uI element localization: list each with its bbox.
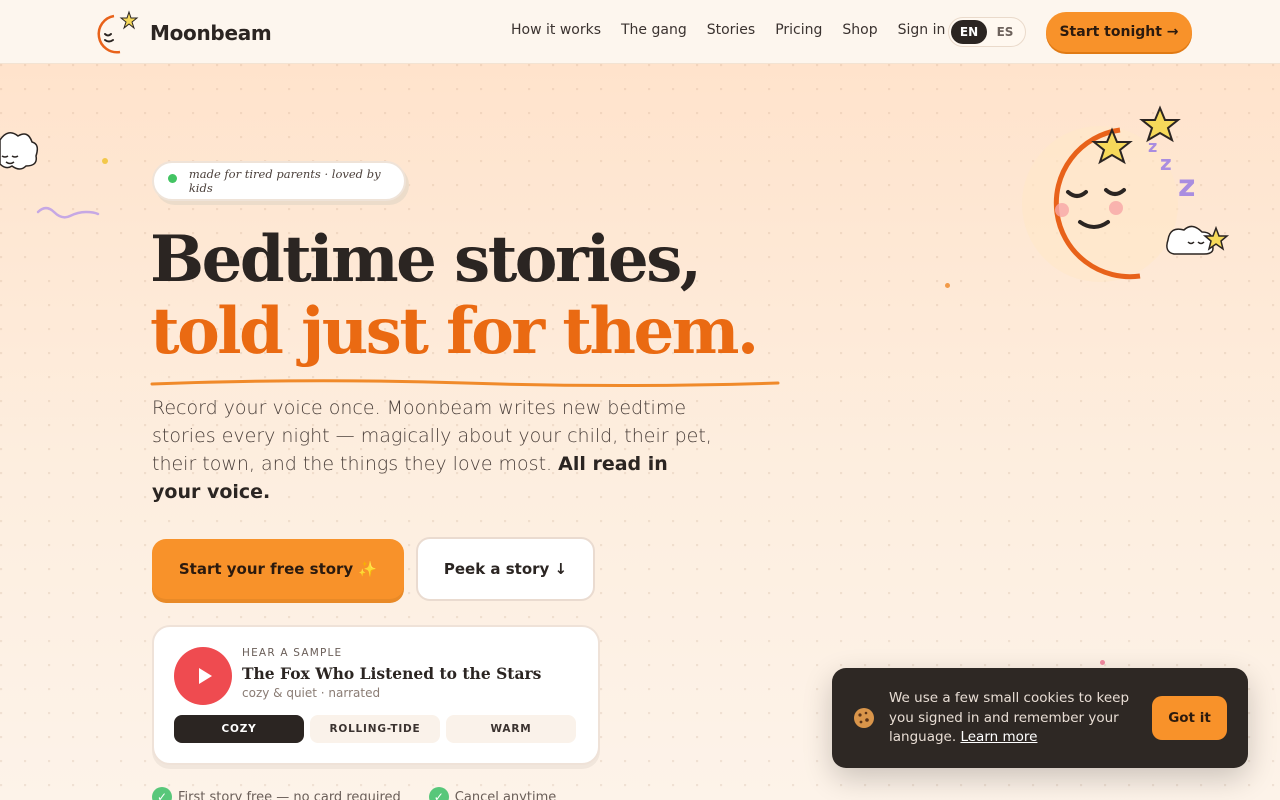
sparkle-dot-icon — [102, 158, 108, 164]
hero-description: Record your voice once. Moonbeam writes … — [152, 394, 712, 506]
language-switcher: EN ES — [948, 17, 1026, 47]
voice-style-chips: COZY ROLLING-TIDE WARM — [174, 715, 576, 743]
sample-title: The Fox Who Listened to the Stars — [242, 664, 542, 683]
chip-warm[interactable]: WARM — [446, 715, 576, 743]
perk-item: ✓ Cancel anytime — [428, 787, 557, 800]
nav-link-pricing[interactable]: Pricing — [775, 22, 822, 38]
got-it-button[interactable]: Got it — [1152, 696, 1227, 740]
play-button[interactable] — [174, 647, 232, 705]
svg-text:z: z — [1148, 137, 1157, 156]
sample-player-card: HEAR A SAMPLE The Fox Who Listened to th… — [152, 625, 600, 765]
headline-line-1: Bedtime stories, — [150, 222, 702, 297]
brand-logo[interactable]: Moonbeam — [92, 10, 272, 56]
top-nav: Moonbeam How it works The gang Stories P… — [0, 0, 1280, 64]
sample-meta: cozy & quiet · narrated — [242, 686, 381, 700]
language-es-button[interactable]: ES — [987, 20, 1023, 44]
play-icon — [198, 668, 212, 684]
headline-line-2: told just for them. — [150, 294, 759, 369]
perk-text: Cancel anytime — [454, 789, 557, 800]
sleeping-moon-illustration-icon: z z z — [1022, 105, 1230, 282]
chip-cozy[interactable]: COZY — [174, 715, 304, 743]
perk-text: First story free — no card required — [178, 789, 401, 800]
sparkle-dot-icon — [1100, 660, 1105, 665]
peek-story-button[interactable]: Peek a story ↓ — [416, 537, 595, 601]
nav-link-stories[interactable]: Stories — [707, 22, 756, 38]
cookie-banner: We use a few small cookies to keep you s… — [832, 668, 1248, 768]
nav-link-how-it-works[interactable]: How it works — [511, 22, 601, 38]
hero-headline: Bedtime stories, told just for them. — [150, 222, 759, 369]
start-free-story-button[interactable]: Start your free story ✨ — [152, 539, 404, 599]
svg-text:z: z — [1178, 169, 1195, 204]
cookie-message: We use a few small cookies to keep you s… — [889, 689, 1139, 748]
cloud-left-icon — [0, 132, 39, 170]
sparkle-dot-icon — [945, 283, 950, 288]
chip-rolling-tide[interactable]: ROLLING-TIDE — [310, 715, 440, 743]
nav-link-the-gang[interactable]: The gang — [621, 22, 687, 38]
svg-text:z: z — [1160, 151, 1172, 175]
squiggle-decoration-icon — [36, 206, 100, 219]
brand-name: Moonbeam — [150, 21, 272, 45]
cookie-icon — [854, 708, 874, 728]
nav-link-shop[interactable]: Shop — [842, 22, 877, 38]
check-icon: ✓ — [152, 787, 172, 800]
moon-logo-icon — [92, 10, 140, 56]
perks-list: ✓ First story free — no card required ✓ … — [152, 787, 556, 800]
language-en-button[interactable]: EN — [951, 20, 987, 44]
sample-kicker: HEAR A SAMPLE — [242, 647, 343, 659]
nav-link-sign-in[interactable]: Sign in — [898, 22, 946, 38]
check-icon: ✓ — [428, 787, 449, 800]
headline-underline-icon — [150, 379, 780, 387]
learn-more-link[interactable]: Learn more — [960, 729, 1037, 745]
perk-item: ✓ First story free — no card required — [152, 787, 401, 800]
start-tonight-button[interactable]: Start tonight → — [1046, 12, 1192, 52]
tagline-text: made for tired parents · loved by kids — [188, 167, 381, 195]
tagline-pill: made for tired parents · loved by kids — [152, 161, 406, 201]
nav-links: How it works The gang Stories Pricing Sh… — [511, 22, 945, 38]
status-dot-icon — [168, 173, 177, 183]
